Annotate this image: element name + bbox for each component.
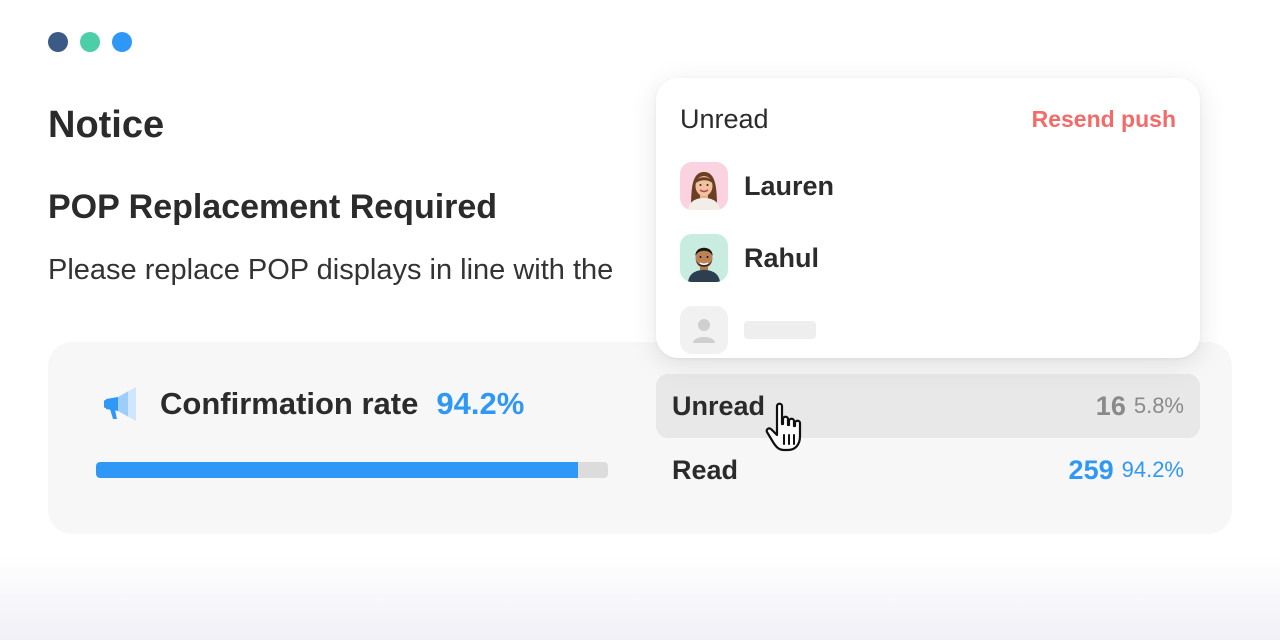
user-row-lauren[interactable]: Lauren (680, 162, 834, 210)
unread-count: 16 (1095, 390, 1126, 421)
user-row-rahul[interactable]: Rahul (680, 234, 819, 282)
confirmation-rate-value: 94.2% (436, 386, 525, 421)
window-dot-dark-blue (48, 32, 68, 52)
notice-body: Please replace POP displays in line with… (48, 254, 614, 286)
confirmation-progress-fill (96, 462, 579, 478)
user-name-lauren: Lauren (744, 170, 835, 201)
notice-title: POP Replacement Required (48, 188, 498, 226)
woman-avatar (680, 162, 728, 210)
resend-push-button[interactable]: Resend push (1032, 106, 1176, 133)
window-dot-teal (80, 32, 100, 52)
page-title: Notice (48, 104, 165, 146)
person-placeholder-icon (680, 306, 728, 354)
window-controls (48, 32, 132, 52)
unread-percent: 5.8% (1133, 393, 1184, 418)
user-row-placeholder (680, 306, 816, 354)
user-name-rahul: Rahul (744, 242, 820, 273)
read-percent: 94.2% (1121, 457, 1184, 482)
confirmation-rate-row: Confirmation rate 94.2% (100, 382, 524, 426)
read-count: 259 (1068, 454, 1114, 485)
window-dot-blue (112, 32, 132, 52)
stats-card: Confirmation rate 94.2% Unread 16 5.8% R… (48, 342, 1232, 534)
man-avatar (680, 234, 728, 282)
megaphone-icon (104, 387, 136, 421)
popover-header: Unread Resend push (680, 104, 1176, 135)
read-stat-row[interactable]: Read 259 94.2% (656, 438, 1200, 502)
confirmation-rate-label: Confirmation rate (160, 386, 419, 421)
skeleton-name-placeholder (744, 321, 816, 339)
pointer-hand-icon (765, 402, 802, 452)
unread-label: Unread (672, 390, 766, 421)
read-label: Read (672, 454, 739, 485)
unread-stat-row[interactable]: Unread 16 5.8% (656, 374, 1200, 438)
unread-users-popover: Unread Resend push Lauren Rahul (656, 78, 1200, 358)
confirmation-progress-bar (96, 462, 608, 478)
popover-title: Unread (680, 104, 769, 134)
